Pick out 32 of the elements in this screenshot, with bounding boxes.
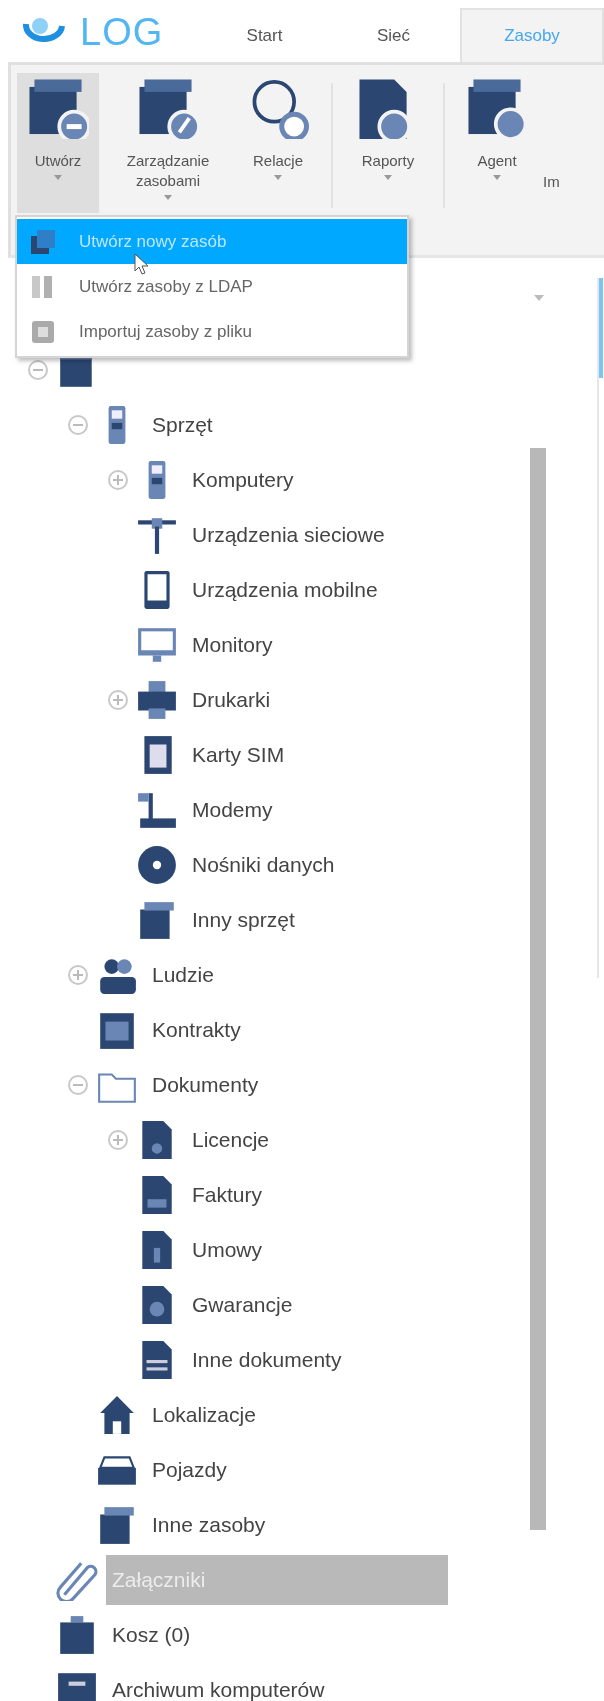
menu-item[interactable]: Utwórz zasoby z LDAP <box>17 264 407 309</box>
scrollbar-thumb[interactable] <box>599 278 603 378</box>
ribbon-tab[interactable]: Sieć <box>329 8 458 62</box>
expand-icon[interactable] <box>107 688 129 711</box>
box-add-icon <box>27 77 89 139</box>
printer-icon <box>136 678 178 721</box>
caret-icon[interactable] <box>534 295 544 301</box>
menu-item[interactable]: Importuj zasoby z pliku <box>17 309 407 354</box>
ribbon-button[interactable]: Relacje <box>237 73 319 213</box>
mouse-cursor-icon <box>134 253 150 275</box>
expand-icon[interactable] <box>107 468 129 491</box>
disc-icon <box>136 843 178 886</box>
ribbon-button[interactable]: Agent <box>457 73 537 213</box>
logo-text: LOG <box>80 10 164 54</box>
caret-icon <box>164 195 172 200</box>
expand-icon[interactable] <box>67 963 89 986</box>
collapse-icon[interactable] <box>67 413 89 436</box>
box-icon <box>29 227 57 256</box>
caret-icon <box>384 175 392 180</box>
collapse-icon[interactable] <box>67 1073 89 1096</box>
expand-icon[interactable] <box>107 1128 129 1151</box>
ribbon-button-label[interactable]: Im <box>543 173 560 190</box>
ribbon-tab[interactable]: Start <box>200 8 329 62</box>
ribbon-button[interactable]: Zarządzanie zasobami <box>105 73 231 213</box>
caret-icon <box>493 175 501 180</box>
caret-icon <box>54 175 62 180</box>
scrollbar-thumb[interactable] <box>530 448 546 1530</box>
collapse-icon[interactable] <box>27 358 49 381</box>
ribbon-button[interactable]: Utwórz <box>17 73 99 213</box>
ribbon-button[interactable]: Raporty <box>345 73 431 213</box>
box-edit-icon <box>137 77 199 139</box>
caret-icon <box>274 175 282 180</box>
